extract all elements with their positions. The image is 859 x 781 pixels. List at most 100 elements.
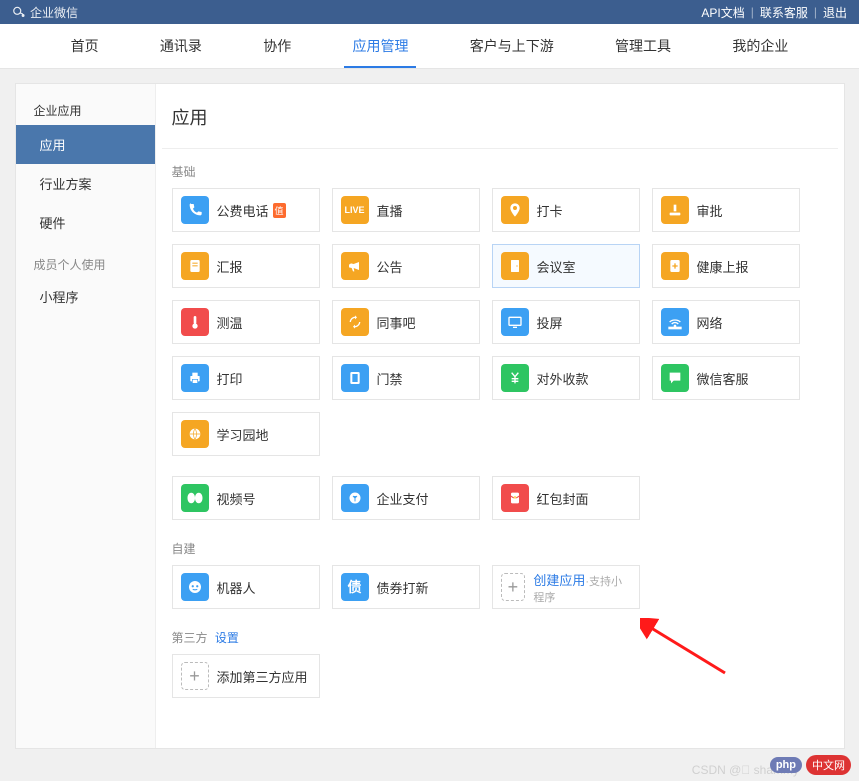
- app-label: 机器人: [217, 578, 256, 597]
- printer-icon: [181, 364, 209, 392]
- app-report[interactable]: 汇报: [172, 244, 320, 288]
- app-label: 视频号: [217, 489, 256, 508]
- app-label: 测温: [217, 313, 243, 332]
- stamp-icon: [661, 196, 689, 224]
- app-meeting[interactable]: 会议室: [492, 244, 640, 288]
- app-grid-basic: 公费电话 值 LIVE 直播 打卡 审批 汇报: [172, 188, 828, 456]
- add-third-party-button[interactable]: + 添加第三方应用: [172, 654, 320, 698]
- document-icon: [181, 252, 209, 280]
- api-docs-link[interactable]: API文档: [701, 4, 744, 21]
- plus-icon: +: [181, 662, 209, 690]
- wifi-icon: [661, 308, 689, 336]
- logout-link[interactable]: 退出: [823, 4, 847, 21]
- app-grid-extra: 视频号 企业支付 红包封面: [172, 476, 828, 520]
- section-label-custom: 自建: [172, 540, 828, 557]
- app-label: 公告: [377, 257, 403, 276]
- app-label: 直播: [377, 201, 403, 220]
- main-content: 应用 基础 公费电话 值 LIVE 直播 打卡: [156, 84, 844, 748]
- app-label: 学习园地: [217, 425, 269, 444]
- app-label: 债券打新: [377, 578, 429, 597]
- divider: |: [751, 5, 754, 19]
- third-settings-link[interactable]: 设置: [215, 631, 239, 645]
- section-basic: 基础 公费电话 值 LIVE 直播 打卡 审批: [156, 163, 844, 476]
- third-label: 第三方: [172, 631, 208, 645]
- app-live[interactable]: LIVE 直播: [332, 188, 480, 232]
- app-grid-custom: 机器人 债 债券打新 + 创建应用·支持小程序: [172, 565, 828, 609]
- app-coupon[interactable]: 债 债券打新: [332, 565, 480, 609]
- app-approve[interactable]: 审批: [652, 188, 800, 232]
- sidebar-item-apps[interactable]: 应用: [16, 125, 155, 164]
- app-label: 同事吧: [377, 313, 416, 332]
- section-extra: 视频号 企业支付 红包封面: [156, 476, 844, 540]
- app-temp[interactable]: 测温: [172, 300, 320, 344]
- location-icon: [501, 196, 529, 224]
- robot-icon: [181, 573, 209, 601]
- app-robot[interactable]: 机器人: [172, 565, 320, 609]
- nav-customers[interactable]: 客户与上下游: [462, 24, 562, 68]
- app-checkin[interactable]: 打卡: [492, 188, 640, 232]
- nav-home[interactable]: 首页: [63, 24, 107, 68]
- app-health[interactable]: 健康上报: [652, 244, 800, 288]
- app-label: 审批: [697, 201, 723, 220]
- exchange-icon: [341, 308, 369, 336]
- section-custom: 自建 机器人 债 债券打新 + 创建应用·支持小程序: [156, 540, 844, 629]
- cn-badge: 中文网: [806, 755, 851, 775]
- app-network[interactable]: 网络: [652, 300, 800, 344]
- screen-icon: [501, 308, 529, 336]
- live-icon: LIVE: [341, 196, 369, 224]
- app-label: 会议室: [537, 257, 576, 276]
- wallet-icon: [341, 484, 369, 512]
- door-icon: [501, 252, 529, 280]
- door-access-icon: [341, 364, 369, 392]
- app-payout[interactable]: 对外收款: [492, 356, 640, 400]
- nav-collab[interactable]: 协作: [255, 24, 299, 68]
- nav-tools[interactable]: 管理工具: [607, 24, 679, 68]
- thermometer-icon: [181, 308, 209, 336]
- page-container: 企业应用 应用 行业方案 硬件 成员个人使用 小程序 应用 基础 公费电话 值 …: [15, 83, 845, 749]
- app-label: 企业支付: [377, 489, 429, 508]
- megaphone-icon: [341, 252, 369, 280]
- app-door[interactable]: 门禁: [332, 356, 480, 400]
- app-label: 对外收款: [537, 369, 589, 388]
- divider: |: [814, 5, 817, 19]
- app-redpacket[interactable]: 红包封面: [492, 476, 640, 520]
- sidebar-heading-personal: 成员个人使用: [16, 242, 155, 277]
- app-study[interactable]: 学习园地: [172, 412, 320, 456]
- section-label-third: 第三方 设置: [172, 629, 828, 646]
- phone-badge: 值: [273, 203, 286, 218]
- sidebar-heading-enterprise: 企业应用: [16, 94, 155, 125]
- health-icon: [661, 252, 689, 280]
- nav-my[interactable]: 我的企业: [724, 24, 796, 68]
- app-channels[interactable]: 视频号: [172, 476, 320, 520]
- brand: 企业微信: [12, 4, 78, 21]
- create-link: 创建应用: [533, 573, 585, 588]
- nav-apps[interactable]: 应用管理: [344, 24, 416, 68]
- app-label: 打印: [217, 369, 243, 388]
- app-label: 微信客服: [697, 369, 749, 388]
- app-phone[interactable]: 公费电话 值: [172, 188, 320, 232]
- sidebar-item-hardware[interactable]: 硬件: [16, 203, 155, 242]
- sidebar-item-miniprog[interactable]: 小程序: [16, 277, 155, 316]
- app-epay[interactable]: 企业支付: [332, 476, 480, 520]
- php-watermark: php 中文网: [770, 755, 851, 775]
- app-label: 公费电话: [217, 201, 269, 220]
- app-wecom-cs[interactable]: 微信客服: [652, 356, 800, 400]
- contact-link[interactable]: 联系客服: [760, 4, 808, 21]
- app-label: 门禁: [377, 369, 403, 388]
- redpacket-icon: [501, 484, 529, 512]
- nav-contacts[interactable]: 通讯录: [152, 24, 210, 68]
- chat-icon: [661, 364, 689, 392]
- create-app-button[interactable]: + 创建应用·支持小程序: [492, 565, 640, 609]
- phone-icon: [181, 196, 209, 224]
- app-cast[interactable]: 投屏: [492, 300, 640, 344]
- app-label: 健康上报: [697, 257, 749, 276]
- php-badge: php: [770, 757, 802, 773]
- app-label: 红包封面: [537, 489, 589, 508]
- app-print[interactable]: 打印: [172, 356, 320, 400]
- sidebar-item-industry[interactable]: 行业方案: [16, 164, 155, 203]
- brand-icon: [12, 5, 26, 19]
- plus-icon: +: [501, 573, 526, 601]
- app-announce[interactable]: 公告: [332, 244, 480, 288]
- app-label: 打卡: [537, 201, 563, 220]
- app-tongshi[interactable]: 同事吧: [332, 300, 480, 344]
